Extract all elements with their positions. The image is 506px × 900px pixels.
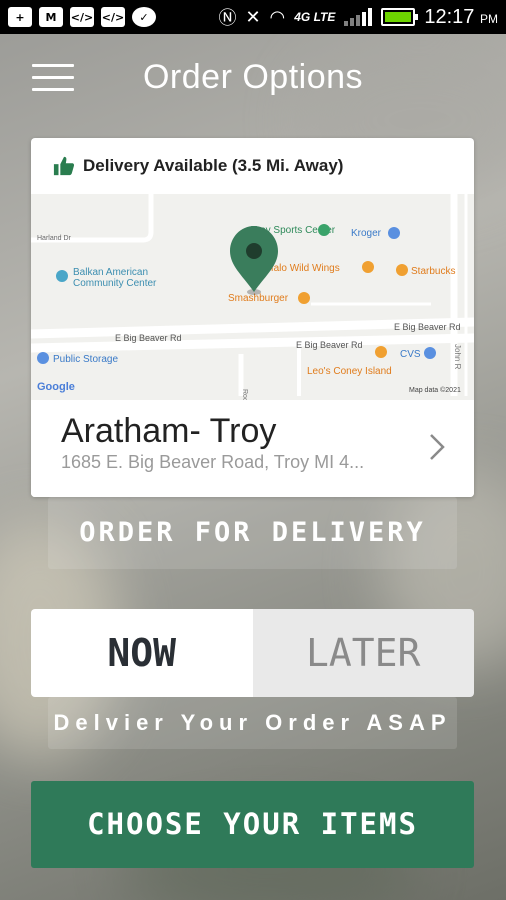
restaurant-icon: [375, 346, 387, 358]
signal-icon: [344, 8, 373, 26]
store-card: Delivery Available (3.5 Mi. Away) Harlan…: [31, 138, 474, 497]
wifi-icon: ◠: [269, 6, 286, 28]
store-address: 1685 E. Big Beaver Road, Troy MI 4...: [61, 452, 365, 472]
order-time-toggle: NOW LATER: [31, 609, 474, 697]
map-label: John R: [453, 344, 462, 370]
store-selector[interactable]: Aratham- Troy 1685 E. Big Beaver Road, T…: [31, 400, 474, 497]
map-label: Harland Dr: [37, 235, 72, 242]
choose-items-button[interactable]: CHOOSE YOUR ITEMS: [31, 781, 474, 868]
delivery-status-text: Delivery Available (3.5 Mi. Away): [83, 156, 344, 175]
restaurant-icon: [362, 261, 374, 273]
map-label: Leo's Coney Island: [307, 366, 392, 377]
order-for-delivery-button[interactable]: ORDER FOR DELIVERY: [48, 497, 457, 569]
map-label: E Big Beaver Rd: [296, 340, 363, 350]
chevron-right-icon: [430, 434, 445, 460]
map-label: E Big Beaver Rd: [115, 333, 182, 343]
mute-icon: ✕: [245, 6, 261, 28]
map-label: CVS: [400, 349, 421, 360]
restaurant-icon: [298, 292, 310, 304]
clock: 12:17 PM: [424, 5, 498, 28]
battery-icon: [381, 8, 419, 26]
network-type: 4G LTE: [294, 10, 336, 24]
now-option[interactable]: NOW: [31, 609, 253, 697]
map-label: Smashburger: [228, 293, 289, 304]
shopping-icon: [388, 227, 400, 239]
map-label: Community Center: [73, 278, 157, 289]
cafe-icon: [396, 264, 408, 276]
gmail-icon: M: [39, 7, 63, 27]
park-icon: [318, 224, 330, 236]
plus-box-icon: +: [8, 7, 32, 27]
map-label: Public Storage: [53, 354, 118, 365]
map-label: Balkan American: [73, 267, 148, 278]
map-label: E Big Beaver Rd: [394, 322, 461, 332]
map-label: Starbucks: [411, 266, 455, 277]
later-option[interactable]: LATER: [252, 609, 474, 697]
community-center-icon: [56, 270, 68, 282]
map-label: Kroger: [351, 228, 382, 239]
status-bar: + M </> </> ✓ Ⓝ ✕ ◠ 4G LTE 12:17 PM: [0, 0, 506, 34]
code-icon: </>: [70, 7, 94, 27]
nfc-icon: Ⓝ: [218, 8, 237, 29]
pharmacy-icon: [424, 347, 436, 359]
code-icon: </>: [101, 7, 125, 27]
delivery-status-row: Delivery Available (3.5 Mi. Away): [31, 138, 474, 194]
google-logo: Google: [37, 381, 75, 393]
chat-bubble-icon: ✓: [132, 7, 156, 27]
store-name: Aratham- Troy: [61, 412, 277, 450]
map-attribution: Map data ©2021: [409, 386, 461, 394]
thumbs-up-icon: [53, 156, 75, 176]
storage-icon: [37, 352, 49, 364]
asap-note: Delvier Your Order ASAP: [48, 697, 457, 749]
page-title: Order Options: [142, 58, 364, 96]
